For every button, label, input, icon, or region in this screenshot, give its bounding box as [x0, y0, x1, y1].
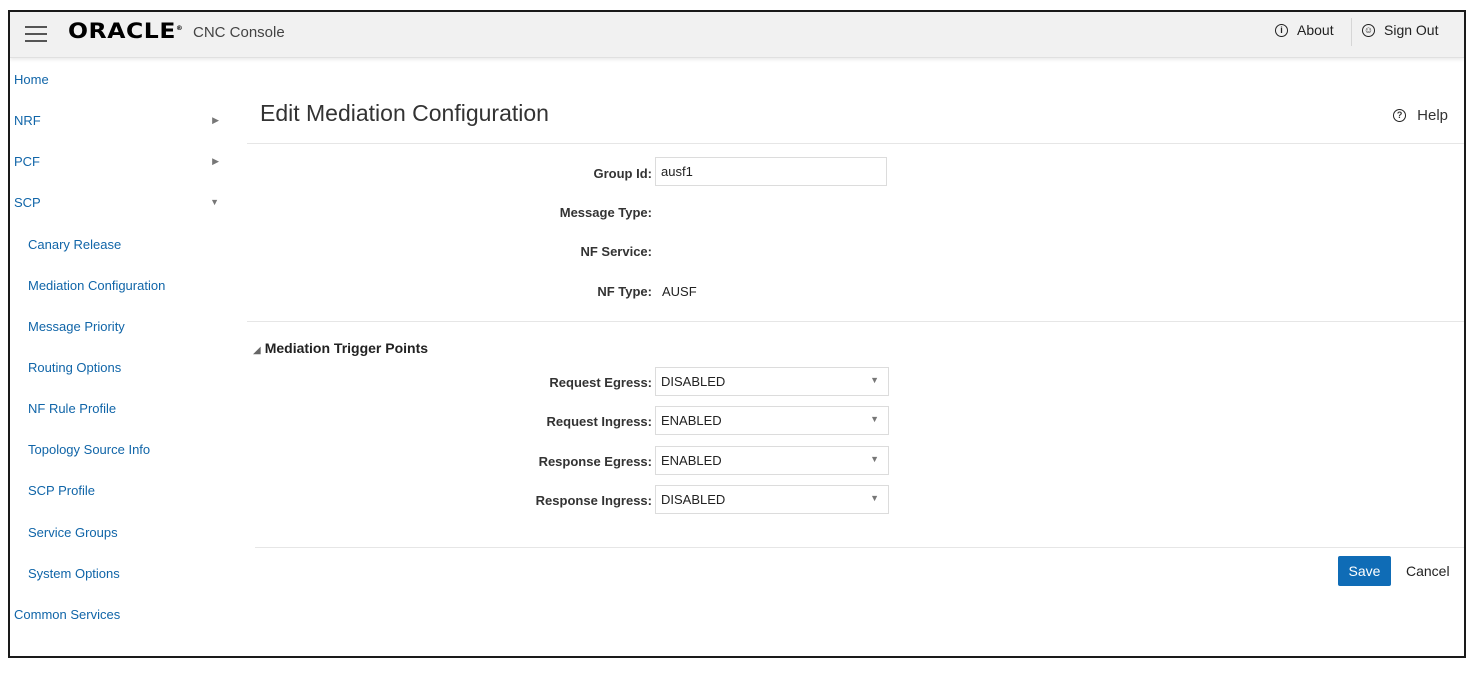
- sidebar-item-label: PCF: [14, 154, 40, 169]
- sidebar-item-label: SCP Profile: [28, 483, 95, 498]
- section-title: Mediation Trigger Points: [264, 340, 429, 356]
- chevron-down-icon: ▼: [870, 493, 879, 503]
- oracle-logo: ORACLE®: [68, 19, 184, 43]
- sidebar-item-label: NRF: [14, 113, 41, 128]
- message-type-label: Message Type:: [559, 205, 652, 220]
- help-button[interactable]: ? Help: [1393, 107, 1448, 124]
- sidebar-item-canary-release[interactable]: Canary Release: [28, 237, 233, 252]
- cancel-button[interactable]: Cancel: [1400, 556, 1456, 586]
- collapse-triangle-icon: ◢: [253, 345, 261, 356]
- chevron-down-icon: ▼: [870, 414, 879, 424]
- response-ingress-value: DISABLED: [661, 492, 726, 507]
- sidebar-item-label: SCP: [14, 195, 41, 210]
- about-button[interactable]: i About: [1275, 22, 1334, 38]
- header-divider: [1351, 18, 1352, 46]
- mediation-trigger-points-toggle[interactable]: ◢ Mediation Trigger Points: [253, 340, 428, 356]
- response-egress-select[interactable]: ENABLED ▼: [655, 446, 889, 475]
- sign-out-label: Sign Out: [1384, 22, 1439, 38]
- app-name: CNC Console: [193, 24, 285, 41]
- request-egress-select[interactable]: DISABLED ▼: [655, 367, 889, 396]
- sidebar-item-label: Routing Options: [28, 360, 122, 375]
- request-ingress-select[interactable]: ENABLED ▼: [655, 406, 889, 435]
- hamburger-menu-icon[interactable]: [25, 26, 47, 42]
- about-label: About: [1297, 22, 1334, 38]
- sidebar-item-message-priority[interactable]: Message Priority: [28, 319, 233, 334]
- sidebar-item-label: Common Services: [14, 607, 121, 622]
- request-ingress-label: Request Ingress:: [546, 414, 652, 429]
- sidebar-item-label: Service Groups: [28, 525, 118, 540]
- sign-out-button[interactable]: ☺ Sign Out: [1362, 22, 1438, 38]
- chevron-down-icon: ▼: [870, 454, 879, 464]
- group-id-input[interactable]: ausf1: [655, 157, 887, 186]
- nf-type-label: NF Type:: [597, 284, 652, 299]
- divider: [247, 143, 1464, 144]
- sidebar-item-system-options[interactable]: System Options: [28, 566, 233, 581]
- nf-type-value: AUSF: [662, 284, 697, 299]
- request-egress-value: DISABLED: [661, 374, 726, 389]
- sidebar-item-scp-profile[interactable]: SCP Profile: [28, 483, 233, 498]
- chevron-right-icon: ▶: [212, 156, 219, 166]
- response-egress-label: Response Egress:: [538, 454, 652, 469]
- response-egress-value: ENABLED: [661, 453, 722, 468]
- sidebar-item-label: System Options: [28, 566, 120, 581]
- sidebar-item-mediation-configuration[interactable]: Mediation Configuration: [28, 278, 233, 293]
- request-ingress-value: ENABLED: [661, 413, 722, 428]
- sidebar-item-label: Mediation Configuration: [28, 278, 166, 293]
- help-label: Help: [1417, 107, 1448, 124]
- response-ingress-label: Response Ingress:: [535, 493, 652, 508]
- nf-service-label: NF Service:: [580, 244, 652, 259]
- sidebar-item-service-groups[interactable]: Service Groups: [28, 525, 233, 540]
- divider: [255, 547, 1464, 548]
- sidebar-item-common-services[interactable]: Common Services: [14, 607, 219, 622]
- save-button[interactable]: Save: [1338, 556, 1391, 586]
- sidebar-item-label: Topology Source Info: [28, 442, 151, 457]
- sidebar-item-nf-rule-profile[interactable]: NF Rule Profile: [28, 401, 233, 416]
- user-icon: ☺: [1362, 23, 1375, 37]
- page-title: Edit Mediation Configuration: [260, 100, 549, 126]
- response-ingress-select[interactable]: DISABLED ▼: [655, 485, 889, 514]
- chevron-down-icon: ▼: [210, 197, 219, 207]
- sidebar-item-scp[interactable]: SCP ▼: [14, 195, 219, 210]
- sidebar-item-label: Message Priority: [28, 319, 125, 334]
- help-icon: ?: [1393, 109, 1407, 122]
- sidebar-item-label: Canary Release: [28, 237, 122, 252]
- request-egress-label: Request Egress:: [549, 375, 652, 390]
- divider: [247, 321, 1464, 322]
- sidebar-item-label: Home: [14, 72, 49, 87]
- sidebar-item-home[interactable]: Home: [14, 72, 219, 87]
- group-id-label: Group Id:: [593, 166, 653, 181]
- sidebar-item-label: NF Rule Profile: [28, 401, 117, 416]
- main-content: Edit Mediation Configuration ? Help Grou…: [247, 58, 1464, 656]
- info-icon: i: [1275, 23, 1288, 37]
- chevron-right-icon: ▶: [212, 115, 219, 125]
- sidebar-nav: Home NRF ▶ PCF ▶ SCP ▼ Canary Release Me…: [10, 58, 225, 656]
- chevron-down-icon: ▼: [870, 375, 879, 385]
- sidebar-item-topology-source-info[interactable]: Topology Source Info: [28, 442, 233, 457]
- sidebar-item-nrf[interactable]: NRF ▶: [14, 113, 219, 128]
- sidebar-item-pcf[interactable]: PCF ▶: [14, 154, 219, 169]
- app-window: ORACLE® CNC Console i About ☺ Sign Out H…: [8, 10, 1466, 658]
- sidebar-item-routing-options[interactable]: Routing Options: [28, 360, 233, 375]
- top-header: ORACLE® CNC Console i About ☺ Sign Out: [10, 12, 1464, 58]
